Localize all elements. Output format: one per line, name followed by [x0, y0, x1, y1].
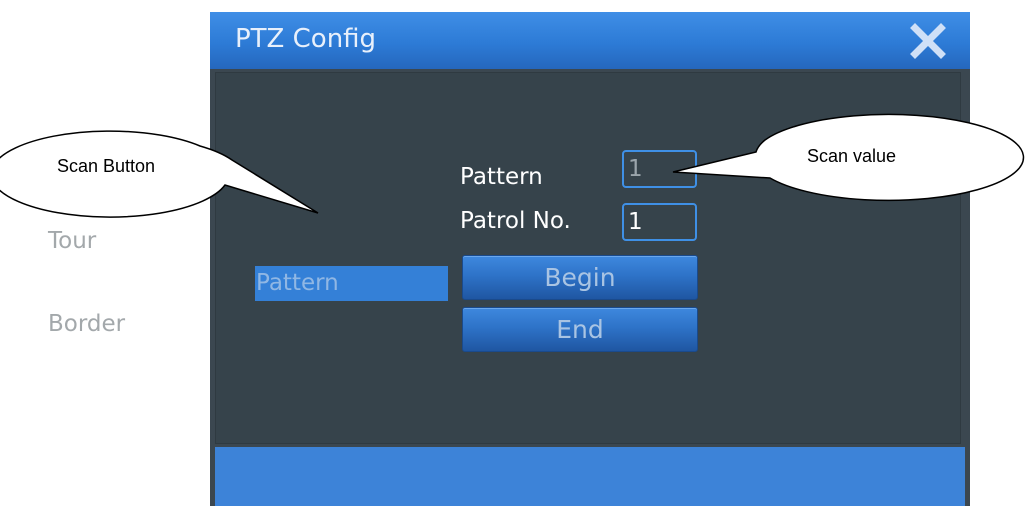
status-bar — [215, 447, 965, 506]
pattern-label: Pattern — [460, 164, 543, 190]
menu-item-border[interactable]: Border — [47, 307, 239, 342]
menu-item-label: Preset — [48, 187, 120, 213]
menu-item-preset[interactable]: Preset — [47, 183, 239, 218]
menu-item-tour[interactable]: Tour — [47, 224, 239, 259]
begin-button[interactable]: Begin — [462, 255, 698, 300]
patrol-no-label: Patrol No. — [460, 208, 571, 234]
close-icon[interactable] — [909, 22, 947, 60]
patrol-no-input[interactable]: 1 — [622, 203, 697, 241]
dialog-title: PTZ Config — [235, 24, 377, 54]
menu-item-pattern[interactable]: Pattern — [255, 266, 448, 301]
title-bar: PTZ Config — [210, 12, 970, 69]
menu-item-label: Border — [48, 311, 126, 337]
pattern-value-input[interactable]: 1 — [622, 150, 697, 188]
scan-value-callout-text: Scan value — [807, 146, 897, 166]
menu-item-label: Pattern — [256, 270, 339, 296]
end-button[interactable]: End — [462, 307, 698, 352]
scan-button-callout-text: Scan Button — [57, 156, 156, 176]
menu-item-label: Tour — [48, 228, 97, 254]
